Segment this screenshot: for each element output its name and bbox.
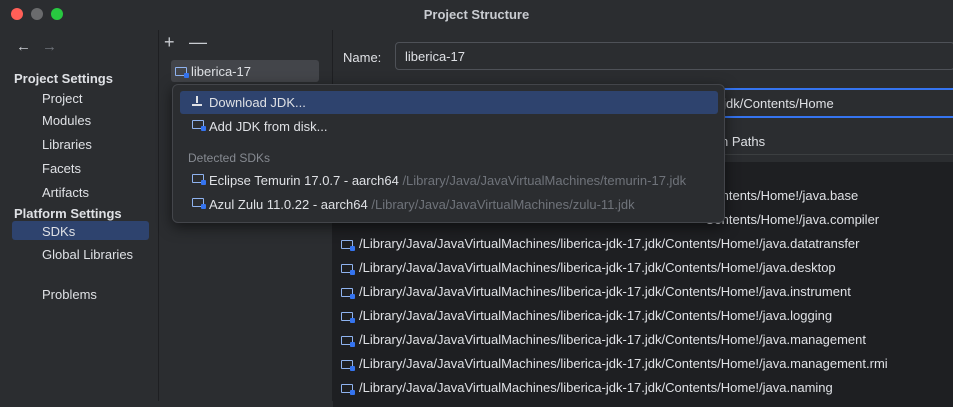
download-jdk-menu-item[interactable]: Download JDK... (180, 91, 718, 114)
detected-sdks-heading: Detected SDKs (188, 151, 271, 165)
folder-icon (192, 174, 206, 185)
nav-item-artifacts[interactable]: Artifacts (42, 185, 89, 200)
settings-nav: ← → Project Settings Project Modules Lib… (0, 30, 159, 401)
remove-sdk-button[interactable]: — (189, 32, 207, 53)
folder-icon (341, 336, 355, 348)
nav-item-problems[interactable]: Problems (42, 287, 97, 302)
classpath-path: /Library/Java/JavaVirtualMachines/liberi… (359, 380, 833, 395)
sdk-name-value: liberica-17 (405, 49, 465, 64)
download-jdk-label: Download JDK... (209, 95, 306, 110)
nav-item-facets[interactable]: Facets (42, 161, 81, 176)
forward-arrow-icon[interactable]: → (42, 38, 57, 55)
nav-item-project[interactable]: Project (42, 91, 82, 106)
classpath-row[interactable]: /Library/Java/JavaVirtualMachines/liberi… (341, 308, 832, 328)
classpath-path: /Library/Java/JavaVirtualMachines/liberi… (359, 260, 836, 275)
classpath-path: /Library/Java/JavaVirtualMachines/liberi… (359, 284, 851, 299)
classpath-row-partial[interactable]: Contents/Home!/java.base (705, 188, 858, 203)
window-title: Project Structure (423, 7, 530, 22)
name-label: Name: (343, 50, 382, 65)
classpath-path: /Library/Java/JavaVirtualMachines/liberi… (359, 332, 866, 347)
sdk-name-field[interactable]: liberica-17 (395, 42, 953, 70)
folder-icon (192, 198, 206, 209)
detected-sdk-name: Azul Zulu 11.0.22 - aarch64 (209, 197, 368, 212)
classpath-path: /Library/Java/JavaVirtualMachines/liberi… (359, 308, 833, 323)
folder-icon (192, 120, 206, 131)
folder-icon (341, 288, 355, 300)
folder-icon (341, 240, 355, 252)
add-jdk-from-disk-label: Add JDK from disk... (209, 119, 328, 134)
folder-icon (341, 264, 355, 276)
detected-sdk-path: /Library/Java/JavaVirtualMachines/zulu-1… (371, 197, 635, 212)
classpath-row[interactable]: /Library/Java/JavaVirtualMachines/liberi… (341, 260, 836, 280)
nav-selection-highlight (12, 221, 149, 240)
folder-icon (341, 360, 355, 372)
back-arrow-icon[interactable]: ← (16, 38, 31, 55)
detected-sdk-path: /Library/Java/JavaVirtualMachines/temuri… (402, 173, 687, 188)
sdk-list-item[interactable]: liberica-17 (171, 60, 319, 82)
title-bar: Project Structure (0, 0, 953, 30)
platform-settings-heading: Platform Settings (14, 206, 122, 221)
nav-item-sdks[interactable]: SDKs (42, 224, 75, 239)
folder-icon (341, 312, 355, 324)
folder-icon (175, 67, 189, 78)
project-settings-heading: Project Settings (14, 71, 113, 86)
classpath-row[interactable]: /Library/Java/JavaVirtualMachines/liberi… (341, 332, 866, 352)
detected-sdk-item[interactable]: Eclipse Temurin 17.0.7 - aarch64 /Librar… (180, 169, 718, 192)
tab-source-paths[interactable]: n Paths (721, 134, 765, 149)
classpath-path: /Library/Java/JavaVirtualMachines/liberi… (359, 236, 860, 251)
classpath-row[interactable]: /Library/Java/JavaVirtualMachines/liberi… (341, 356, 888, 376)
folder-icon (341, 384, 355, 396)
classpath-path: /Library/Java/JavaVirtualMachines/liberi… (359, 356, 888, 371)
classpath-row[interactable]: /Library/Java/JavaVirtualMachines/liberi… (341, 380, 833, 400)
classpath-row-partial[interactable]: Contents/Home!/java.compiler (705, 212, 879, 227)
classpath-row[interactable]: /Library/Java/JavaVirtualMachines/liberi… (341, 284, 851, 304)
nav-item-global-libraries[interactable]: Global Libraries (42, 247, 133, 262)
classpath-row[interactable]: /Library/Java/JavaVirtualMachines/liberi… (341, 236, 860, 256)
add-sdk-button[interactable]: + (164, 32, 175, 53)
add-sdk-popup-menu: Download JDK... Add JDK from disk... Det… (172, 84, 725, 223)
detected-sdk-item[interactable]: Azul Zulu 11.0.22 - aarch64 /Library/Jav… (180, 193, 718, 216)
add-jdk-from-disk-menu-item[interactable]: Add JDK from disk... (180, 115, 718, 138)
sdk-list-item-label: liberica-17 (191, 64, 251, 79)
nav-item-modules[interactable]: Modules (42, 113, 91, 128)
nav-item-libraries[interactable]: Libraries (42, 137, 92, 152)
download-icon (192, 96, 202, 106)
detected-sdk-name: Eclipse Temurin 17.0.7 - aarch64 (209, 173, 399, 188)
